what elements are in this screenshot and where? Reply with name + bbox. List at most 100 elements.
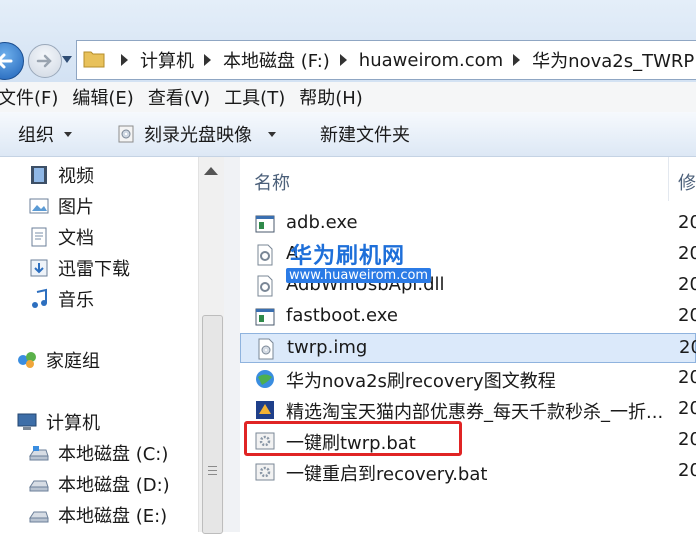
nav-item-label: 本地磁盘 (D:)	[58, 475, 170, 496]
breadcrumb-huaweirom[interactable]: huaweirom.com	[359, 50, 503, 71]
disc-image-file-icon	[258, 338, 274, 360]
arrow-right-icon	[36, 54, 52, 68]
navigation-pane: 视频 图片 文档 迅雷下载 音乐 家庭组 计算机 本地磁盘 (C:) 本地磁盘 …	[0, 157, 224, 532]
history-dropdown-icon[interactable]	[62, 56, 72, 64]
dll-file-icon	[257, 275, 273, 297]
file-name: 华为nova2s刷recovery图文教程	[286, 371, 556, 392]
menu-help[interactable]: 帮助(H)	[299, 84, 363, 110]
file-date: 20	[678, 243, 696, 264]
command-bar: 组织 刻录光盘映像 新建文件夹	[0, 112, 696, 157]
file-date: 20	[678, 429, 696, 450]
file-date: 20	[678, 212, 696, 233]
menu-edit[interactable]: 编辑(E)	[72, 84, 133, 110]
organize-label: 组织	[18, 125, 54, 146]
chevron-right-icon[interactable]	[339, 54, 347, 66]
nav-item-label: 家庭组	[46, 351, 100, 372]
burn-image-button[interactable]: 刻录光盘映像	[118, 121, 276, 147]
nav-item-videos[interactable]: 视频	[28, 160, 94, 190]
folder-icon	[83, 51, 105, 68]
new-folder-button[interactable]: 新建文件夹	[320, 121, 410, 147]
breadcrumb: 计算机 本地磁盘 (F:) huaweirom.com 华为nova2s_TWR…	[111, 41, 694, 79]
nav-item-computer[interactable]: 计算机	[16, 407, 100, 437]
nav-item-drive-d[interactable]: 本地磁盘 (D:)	[28, 469, 170, 499]
new-folder-label: 新建文件夹	[320, 125, 410, 146]
nav-item-xunlei-downloads[interactable]: 迅雷下载	[28, 253, 130, 283]
file-name: fastboot.exe	[286, 305, 398, 326]
file-row-twrp-img[interactable]: twrp.img 20	[240, 333, 696, 363]
file-date: 20	[678, 398, 696, 419]
chevron-right-icon[interactable]	[513, 54, 521, 66]
file-date: 20	[679, 337, 696, 358]
file-date: 20	[678, 305, 696, 326]
scrollbar-thumb[interactable]	[202, 315, 223, 534]
nav-item-label: 文档	[58, 228, 94, 249]
file-row-adb-exe[interactable]: adb.exe 20	[240, 209, 696, 239]
column-name-header[interactable]: 名称	[254, 169, 290, 195]
nav-item-drive-e[interactable]: 本地磁盘 (E:)	[28, 500, 167, 530]
batch-file-icon	[255, 463, 275, 481]
watermark-title: 华为刷机网	[290, 244, 406, 269]
drive-icon	[29, 511, 49, 523]
documents-icon	[31, 227, 47, 247]
nav-item-documents[interactable]: 文档	[28, 222, 94, 252]
scroll-up-icon[interactable]	[204, 167, 218, 175]
address-bar-region: 计算机 本地磁盘 (F:) huaweirom.com 华为nova2s_TWR…	[0, 0, 696, 82]
nav-item-label: 本地磁盘 (E:)	[58, 506, 168, 527]
address-input[interactable]: 计算机 本地磁盘 (F:) huaweirom.com 华为nova2s_TWR…	[76, 40, 696, 80]
watermark-url: www.huaweirom.com	[286, 268, 432, 283]
download-folder-icon	[30, 259, 48, 277]
video-icon	[31, 166, 47, 184]
watermark: 华为刷机网 www.huaweirom.com	[286, 238, 432, 286]
caret-down-icon	[64, 131, 72, 137]
column-separator[interactable]	[668, 157, 669, 201]
arrow-left-icon	[0, 53, 13, 69]
file-date: 20	[678, 274, 696, 295]
annotation-highlight-box	[244, 421, 462, 456]
music-icon	[32, 288, 47, 308]
nav-item-homegroup[interactable]: 家庭组	[16, 345, 100, 375]
breadcrumb-computer[interactable]: 计算机	[140, 47, 194, 73]
file-list: 名称 修 adb.exe 20 A 20 AdbWinUsbApi.dll 20…	[240, 157, 696, 532]
computer-icon	[17, 413, 37, 430]
drive-icon	[29, 480, 49, 492]
chevron-right-icon[interactable]	[204, 54, 211, 66]
column-modified-header[interactable]: 修	[678, 169, 696, 195]
nav-item-label: 迅雷下载	[58, 259, 130, 280]
menu-file[interactable]: 文件(F)	[0, 84, 58, 110]
chevron-right-icon[interactable]	[121, 54, 128, 66]
nav-item-pictures[interactable]: 图片	[28, 191, 94, 221]
organize-button[interactable]: 组织	[18, 121, 72, 147]
nav-item-music[interactable]: 音乐	[28, 284, 94, 314]
executable-icon	[255, 308, 275, 326]
menu-bar: 文件(F) 编辑(E) 查看(V) 工具(T) 帮助(H)	[0, 82, 696, 112]
menu-tools[interactable]: 工具(T)	[224, 84, 285, 110]
dll-file-icon	[257, 244, 273, 266]
file-row-tutorial-link[interactable]: 华为nova2s刷recovery图文教程 20	[240, 364, 696, 394]
file-date: 20	[678, 367, 696, 388]
nav-item-label: 图片	[58, 197, 94, 218]
disc-image-icon	[118, 125, 134, 143]
file-row-reboot-recovery-bat[interactable]: 一键重启到recovery.bat 20	[240, 457, 696, 487]
web-shortcut-icon	[256, 370, 274, 388]
breadcrumb-twrp-folder[interactable]: 华为nova2s_TWRP	[532, 47, 694, 73]
file-name: 一键重启到recovery.bat	[286, 464, 488, 485]
executable-icon	[255, 215, 275, 233]
caret-down-icon	[268, 131, 276, 137]
menu-view[interactable]: 查看(V)	[148, 84, 210, 110]
forward-button[interactable]	[28, 44, 62, 78]
nav-scrollbar[interactable]	[198, 157, 225, 534]
burn-image-label: 刻录光盘映像	[144, 125, 252, 146]
nav-item-label: 视频	[58, 166, 94, 187]
file-row-fastboot-exe[interactable]: fastboot.exe 20	[240, 302, 696, 332]
nav-item-label: 本地磁盘 (C:)	[58, 444, 169, 465]
breadcrumb-drive-f[interactable]: 本地磁盘 (F:)	[223, 47, 330, 73]
nav-item-drive-c[interactable]: 本地磁盘 (C:)	[28, 438, 168, 468]
nav-item-label: 音乐	[58, 290, 94, 311]
pane-divider[interactable]	[224, 157, 240, 532]
pictures-icon	[29, 198, 49, 214]
homegroup-icon	[18, 352, 36, 368]
system-drive-icon	[29, 446, 49, 461]
column-header: 名称 修	[240, 157, 696, 201]
back-button[interactable]	[0, 42, 24, 80]
file-name: adb.exe	[286, 212, 358, 233]
